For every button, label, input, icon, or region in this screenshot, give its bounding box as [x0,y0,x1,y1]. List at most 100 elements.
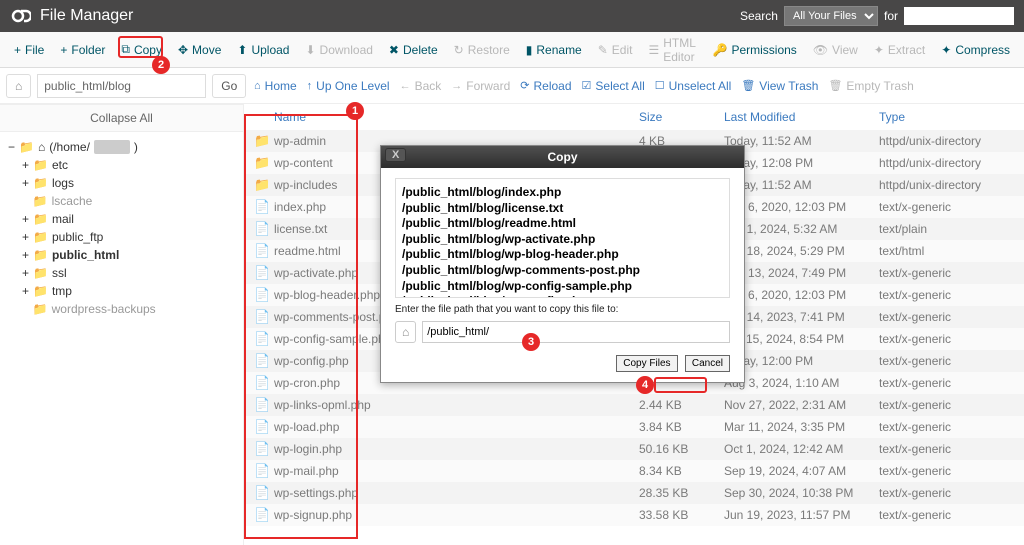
folder-icon: 📁 [254,133,274,149]
select-all-button[interactable]: ☑ Select All [582,79,645,93]
file-modified: Today, 11:52 AM [724,178,879,192]
home-icon-button[interactable]: ⌂ [6,74,31,98]
file-modified: Feb 6, 2020, 12:03 PM [724,288,879,302]
file-name: wp-links-opml.php [274,398,639,412]
reload-button[interactable]: ⟳ Reload [520,79,571,93]
permissions-button[interactable]: 🔑Permissions [705,39,805,61]
upload-button[interactable]: ⬆Upload [229,39,297,61]
table-row[interactable]: 📄wp-login.php50.16 KBOct 1, 2024, 12:42 … [244,438,1024,460]
download-icon: ⬇ [305,43,315,57]
tree-item[interactable]: 📁lscache [8,192,235,210]
move-button[interactable]: ✥Move [170,39,229,61]
copy-button[interactable]: ⧉Copy [113,38,170,61]
file-type: text/x-generic [879,288,1014,302]
file-icon: 📄 [254,397,274,413]
up-one-level[interactable]: ↑ Up One Level [307,79,390,93]
tree-item[interactable]: +📁public_ftp [8,228,235,246]
file-modified: Sep 30, 2024, 10:38 PM [724,486,879,500]
path-input[interactable] [37,74,206,98]
folder-button[interactable]: +Folder [52,39,113,61]
copy-files-button[interactable]: Copy Files [616,355,677,372]
sidebar: Collapse All −📁⌂(/home/xxxxxx)+📁etc+📁log… [0,104,244,545]
toolbar: +File +Folder ⧉Copy ✥Move ⬆Upload ⬇Downl… [0,32,1024,68]
tree-item[interactable]: +📁ssl [8,264,235,282]
extract-button[interactable]: ✦Extract [866,39,933,61]
delete-button[interactable]: ✖Delete [381,39,446,61]
file-icon: 📄 [254,485,274,501]
view-trash-button[interactable]: 🗑 View Trash [741,79,818,93]
move-icon: ✥ [178,43,188,57]
tree-item[interactable]: +📁logs [8,174,235,192]
file-modified: Jun 14, 2023, 7:41 PM [724,310,879,324]
col-size[interactable]: Size [639,110,724,124]
html-editor-button[interactable]: ☰HTML Editor [640,32,704,68]
search-scope-select[interactable]: All Your Files [784,6,878,26]
file-modified: Today, 12:08 PM [724,156,879,170]
file-size: 2.44 KB [639,398,724,412]
folder-icon: 📁 [254,177,274,193]
file-modified: Jun 19, 2023, 11:57 PM [724,508,879,522]
file-type: text/x-generic [879,376,1014,390]
destination-input[interactable] [422,321,730,343]
unselect-all-button[interactable]: ☐ Unselect All [655,79,732,93]
file-name: wp-mail.php [274,464,639,478]
cpanel-logo-icon [10,5,32,27]
edit-button[interactable]: ✎Edit [590,39,641,61]
file-modified: Jan 1, 2024, 5:32 AM [724,222,879,236]
tree-item[interactable]: +📁tmp [8,282,235,300]
file-type: text/plain [879,222,1014,236]
file-icon: 📄 [254,265,274,281]
table-row[interactable]: 📄wp-signup.php33.58 KBJun 19, 2023, 11:5… [244,504,1024,526]
col-modified[interactable]: Last Modified [724,110,879,124]
file-type: text/x-generic [879,398,1014,412]
file-type: text/x-generic [879,354,1014,368]
extract-icon: ✦ [874,43,884,57]
view-button[interactable]: 👁View [805,39,866,61]
file-type: text/x-generic [879,486,1014,500]
tree-item[interactable]: 📁wordpress-backups [8,300,235,318]
download-button[interactable]: ⬇Download [297,39,380,61]
file-type: httpd/unix-directory [879,156,1014,170]
table-row[interactable]: 📄wp-load.php3.84 KBMar 11, 2024, 3:35 PM… [244,416,1024,438]
file-type: text/x-generic [879,420,1014,434]
file-size: 33.58 KB [639,508,724,522]
plus-icon: + [14,43,21,57]
file-modified: Feb 6, 2020, 12:03 PM [724,200,879,214]
app-header: File Manager Search All Your Files for [0,0,1024,32]
file-type: text/x-generic [879,464,1014,478]
table-row[interactable]: 📄wp-settings.php28.35 KBSep 30, 2024, 10… [244,482,1024,504]
collapse-all-button[interactable]: Collapse All [0,104,243,132]
file-type: httpd/unix-directory [879,134,1014,148]
file-icon: 📄 [254,221,274,237]
tree-root[interactable]: −📁⌂(/home/xxxxxx) [8,138,235,156]
dialog-close-button[interactable]: X [385,148,406,162]
rename-button[interactable]: ▮Rename [518,39,590,61]
tree-item[interactable]: +📁etc [8,156,235,174]
back-button[interactable]: ← Back [400,79,442,93]
col-name[interactable]: Name [254,110,639,124]
go-button[interactable]: Go [212,74,246,98]
search-input[interactable] [904,7,1014,25]
table-row[interactable]: 📄wp-mail.php8.34 KBSep 19, 2024, 4:07 AM… [244,460,1024,482]
empty-trash-button[interactable]: 🗑 Empty Trash [828,79,913,93]
file-icon: 📄 [254,441,274,457]
restore-button[interactable]: ↻Restore [446,39,518,61]
table-row[interactable]: 📄wp-links-opml.php2.44 KBNov 27, 2022, 2… [244,394,1024,416]
file-size: 3.84 KB [639,420,724,434]
forward-button[interactable]: → Forward [451,79,510,93]
tree-item[interactable]: +📁public_html [8,246,235,264]
app-title: File Manager [40,7,740,25]
file-name: wp-load.php [274,420,639,434]
cancel-button[interactable]: Cancel [685,355,730,372]
tree-item[interactable]: +📁mail [8,210,235,228]
home-icon: ⌂ [395,321,416,343]
dialog-prompt: Enter the file path that you want to cop… [381,304,744,315]
dialog-file-list[interactable]: /public_html/blog/index.php/public_html/… [395,178,730,298]
key-icon: 🔑 [713,43,728,57]
compress-button[interactable]: ✦Compress [933,39,1018,61]
file-button[interactable]: +File [6,39,52,61]
col-type[interactable]: Type [879,110,1014,124]
file-icon: 📄 [254,507,274,523]
home-link[interactable]: ⌂ Home [254,79,297,93]
file-icon: 📄 [254,353,274,369]
